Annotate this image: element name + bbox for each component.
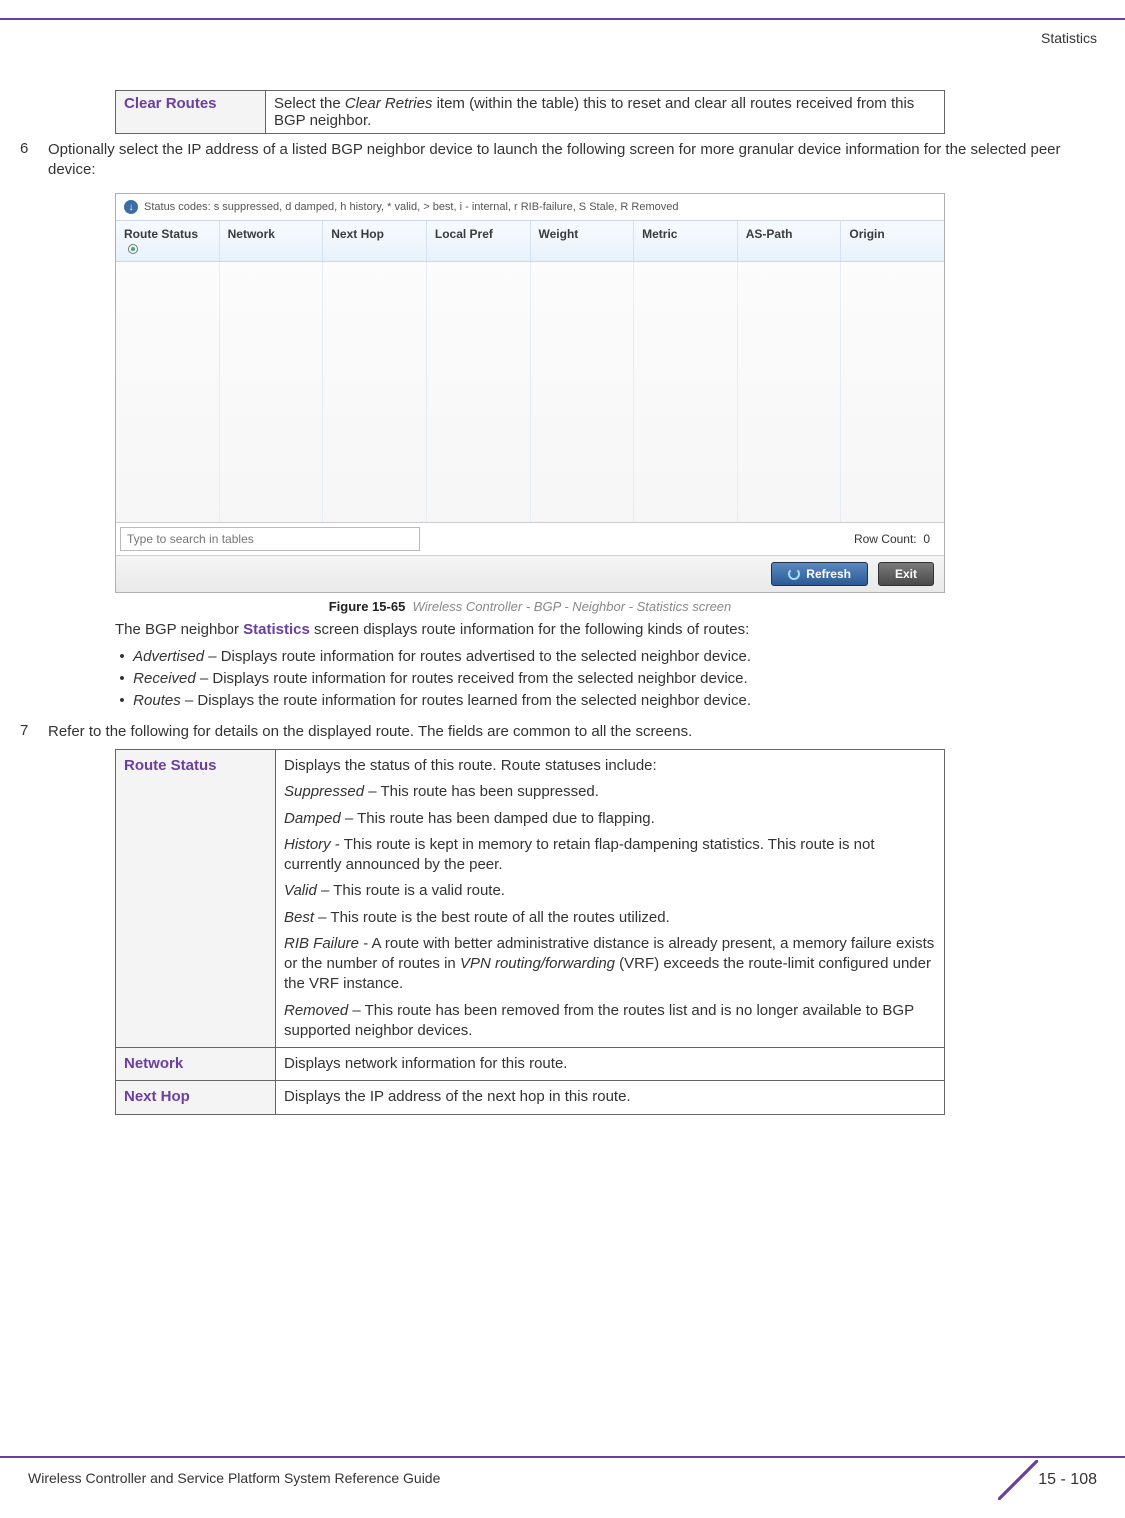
text: - This route is kept in memory to retain… — [284, 836, 875, 873]
text: Displays the status of this route. Route… — [284, 756, 936, 776]
page-number: 15 - 108 — [1038, 1471, 1097, 1489]
table-search-input[interactable] — [120, 527, 420, 551]
list-item: • Received – Displays route information … — [115, 668, 1105, 690]
text-italic: Clear Retries — [345, 95, 433, 112]
text-highlight: Statistics — [243, 621, 310, 638]
figure-label: Figure 15-65 — [329, 599, 406, 614]
text: – This route has been damped due to flap… — [341, 810, 655, 827]
network-label: Network — [116, 1048, 276, 1081]
next-hop-desc: Displays the IP address of the next hop … — [276, 1081, 945, 1114]
text-italic: Best — [284, 909, 314, 926]
text: The BGP neighbor — [115, 621, 243, 638]
figure-caption: Figure 15-65 Wireless Controller - BGP -… — [115, 599, 945, 614]
row-count-label: Row Count: — [854, 532, 917, 546]
footer-rule — [0, 1456, 1125, 1458]
col-origin[interactable]: Origin — [841, 221, 944, 261]
col-network[interactable]: Network — [220, 221, 324, 261]
text-italic: RIB Failure — [284, 935, 359, 952]
row-count-value: 0 — [923, 532, 930, 546]
route-status-desc: Displays the status of this route. Route… — [276, 750, 945, 1048]
clear-routes-desc: Select the Clear Retries item (within th… — [266, 91, 945, 134]
clear-routes-table: Clear Routes Select the Clear Retries it… — [115, 90, 945, 134]
exit-label: Exit — [895, 567, 917, 581]
route-types-list: • Advertised – Displays route informatio… — [115, 646, 1105, 711]
text: Select the — [274, 95, 345, 112]
page-content: Clear Routes Select the Clear Retries it… — [20, 90, 1105, 1115]
text: – This route has been suppressed. — [364, 783, 599, 800]
route-status-label: Route Status — [116, 750, 276, 1048]
text: – Displays route information for routes … — [204, 648, 751, 665]
route-fields-table: Route Status Displays the status of this… — [115, 749, 945, 1115]
table-body-empty — [116, 262, 944, 522]
status-codes-bar: ↓ Status codes: s suppressed, d damped, … — [116, 194, 944, 220]
slash-icon — [998, 1460, 1038, 1500]
step-text: Refer to the following for details on th… — [48, 722, 1105, 742]
table-header-row: Route Status Network Next Hop Local Pref… — [116, 220, 944, 262]
col-as-path[interactable]: AS-Path — [738, 221, 842, 261]
col-weight[interactable]: Weight — [531, 221, 635, 261]
network-desc: Displays network information for this ro… — [276, 1048, 945, 1081]
step-6: 6 Optionally select the IP address of a … — [20, 140, 1105, 179]
button-row: Refresh Exit — [116, 555, 944, 592]
col-label: Route Status — [124, 227, 198, 241]
step-text: Optionally select the IP address of a li… — [48, 140, 1105, 179]
step-number: 6 — [20, 140, 48, 157]
text: – Displays the route information for rou… — [181, 692, 751, 709]
header-section: Statistics — [1041, 30, 1097, 46]
statistics-intro: The BGP neighbor Statistics screen displ… — [115, 620, 1105, 640]
col-local-pref[interactable]: Local Pref — [427, 221, 531, 261]
step-number: 7 — [20, 722, 48, 739]
text-italic: Valid — [284, 882, 317, 899]
figure-caption-text: Wireless Controller - BGP - Neighbor - S… — [413, 599, 732, 614]
text: screen displays route information for th… — [310, 621, 749, 638]
page-number-box: 15 - 108 — [998, 1460, 1097, 1500]
text-italic: VPN routing/forwarding — [460, 955, 615, 972]
text: – This route is the best route of all th… — [314, 909, 670, 926]
text: – Displays route information for routes … — [196, 670, 748, 687]
text-italic: Received — [133, 670, 196, 687]
refresh-button[interactable]: Refresh — [771, 562, 868, 586]
text-italic: Suppressed — [284, 783, 364, 800]
text-italic: History — [284, 836, 331, 853]
text: – This route has been removed from the r… — [284, 1002, 914, 1039]
bgp-neighbor-screenshot: ↓ Status codes: s suppressed, d damped, … — [115, 193, 945, 593]
refresh-label: Refresh — [806, 567, 851, 581]
clear-routes-label: Clear Routes — [116, 91, 266, 134]
top-rule — [0, 18, 1125, 20]
col-metric[interactable]: Metric — [634, 221, 738, 261]
down-arrow-icon: ↓ — [124, 200, 138, 214]
sort-indicator-icon — [128, 244, 138, 254]
list-item: • Routes – Displays the route informatio… — [115, 690, 1105, 712]
footer-text: Wireless Controller and Service Platform… — [28, 1470, 440, 1486]
list-item: • Advertised – Displays route informatio… — [115, 646, 1105, 668]
step-7: 7 Refer to the following for details on … — [20, 722, 1105, 742]
text-italic: Routes — [133, 692, 181, 709]
refresh-icon — [788, 568, 800, 580]
col-next-hop[interactable]: Next Hop — [323, 221, 427, 261]
text-italic: Advertised — [133, 648, 204, 665]
table-search-row: Row Count: 0 — [116, 522, 944, 555]
text: – This route is a valid route. — [317, 882, 505, 899]
next-hop-label: Next Hop — [116, 1081, 276, 1114]
text-italic: Removed — [284, 1002, 348, 1019]
exit-button[interactable]: Exit — [878, 562, 934, 586]
text-italic: Damped — [284, 810, 341, 827]
status-codes-text: Status codes: s suppressed, d damped, h … — [144, 201, 678, 213]
row-count: Row Count: 0 — [854, 532, 930, 546]
col-route-status[interactable]: Route Status — [116, 221, 220, 261]
